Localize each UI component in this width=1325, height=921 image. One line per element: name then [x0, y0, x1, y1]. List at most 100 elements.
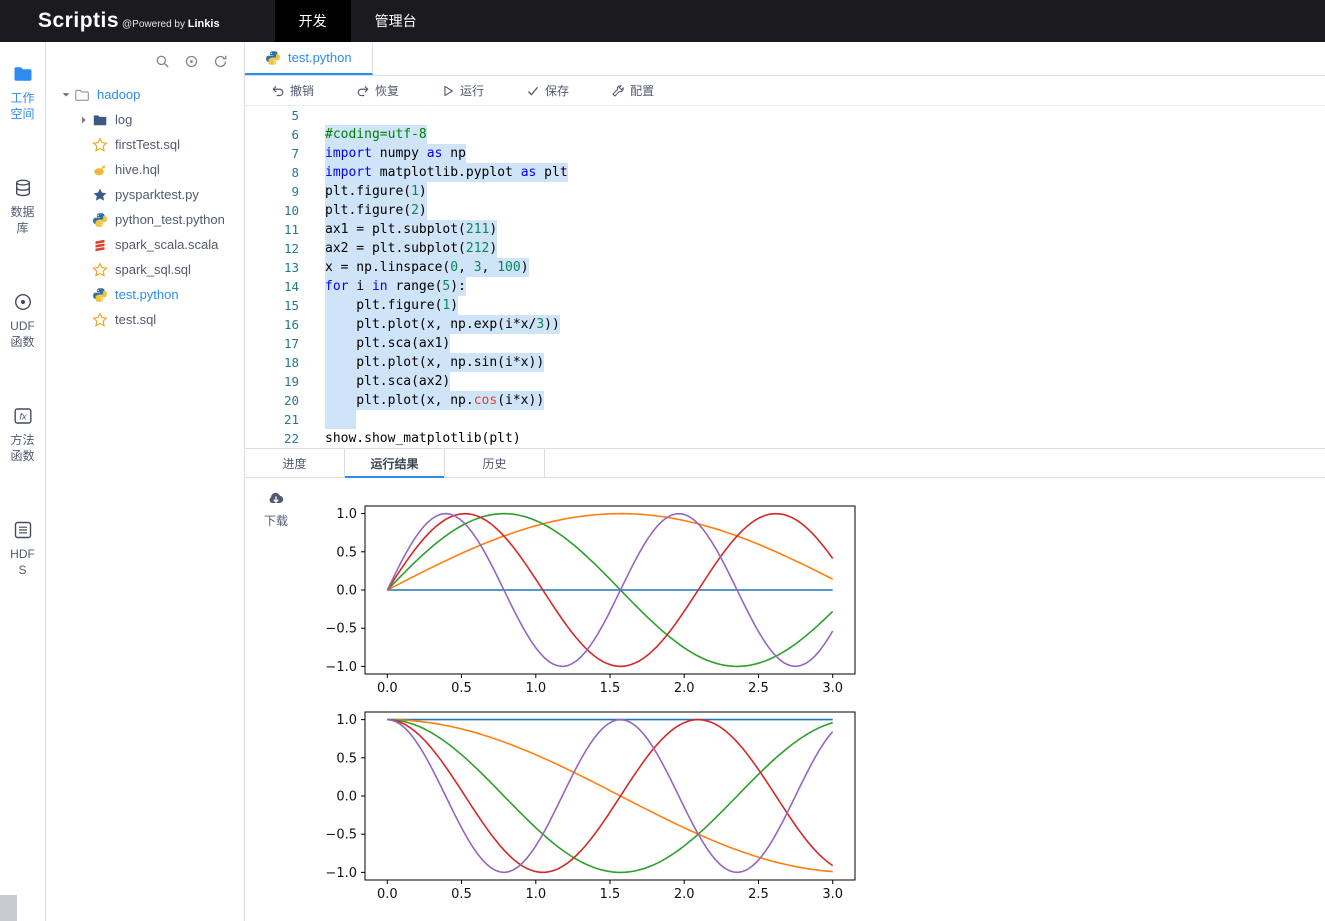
svg-text:3.0: 3.0	[822, 681, 843, 696]
code-line-12[interactable]: 12 ax2 = plt.subplot(212)	[245, 239, 1325, 258]
line-number: 18	[245, 353, 299, 372]
code-line-9[interactable]: 9 plt.figure(1)	[245, 182, 1325, 201]
line-number: 6	[245, 125, 299, 144]
activity-item-database[interactable]: 数据库	[0, 178, 45, 236]
tree-item-label: pysparktest.py	[115, 187, 199, 202]
locate-icon[interactable]	[184, 54, 199, 69]
tree-item-spark_scala.scala[interactable]: spark_scala.scala	[46, 232, 244, 257]
tree-item-hive.hql[interactable]: hive.hql	[46, 157, 244, 182]
result-tab-result[interactable]: 运行结果	[345, 449, 445, 477]
toolbar-redo-button[interactable]: 恢复	[356, 82, 399, 99]
activity-item-hdfs[interactable]: HDFS	[0, 520, 45, 578]
tree-item-label: test.sql	[115, 312, 156, 327]
hdfs-icon	[13, 520, 33, 540]
activity-item-workspace[interactable]: 工作空间	[0, 64, 45, 122]
code-line-20[interactable]: 20 plt.plot(x, np.cos(i*x))	[245, 391, 1325, 410]
tree-item-test.sql[interactable]: test.sql	[46, 307, 244, 332]
svg-text:−0.5: −0.5	[325, 622, 357, 637]
code-line-13[interactable]: 13 x = np.linspace(0, 3, 100)	[245, 258, 1325, 277]
line-number: 15	[245, 296, 299, 315]
code-line-18[interactable]: 18 plt.plot(x, np.sin(i*x))	[245, 353, 1325, 372]
activity-item-label: 方法函数	[7, 432, 39, 464]
code-line-15[interactable]: 15 plt.figure(1)	[245, 296, 1325, 315]
chevron-down-icon[interactable]	[60, 88, 74, 101]
code-line-21[interactable]: 21	[245, 410, 1325, 429]
code-line-17[interactable]: 17 plt.sca(ax1)	[245, 334, 1325, 353]
download-button[interactable]: 下载	[245, 478, 307, 921]
toolbar-config-button[interactable]: 配置	[611, 82, 654, 99]
svg-text:fx: fx	[19, 412, 27, 422]
svg-text:0.0: 0.0	[377, 681, 398, 696]
line-number: 21	[245, 410, 299, 429]
activity-item-methods[interactable]: fx 方法函数	[0, 406, 45, 464]
toolbar-undo-label: 撤销	[290, 82, 314, 99]
line-number: 14	[245, 277, 299, 296]
tree-item-log[interactable]: log	[46, 107, 244, 132]
code-line-text	[325, 410, 356, 429]
scrollbar-corner[interactable]	[0, 895, 17, 921]
svg-text:0.5: 0.5	[451, 681, 472, 696]
file-tab-label: test.python	[288, 50, 352, 65]
tree-item-label: firstTest.sql	[115, 137, 180, 152]
svg-text:1.0: 1.0	[525, 681, 546, 696]
result-tab-progress[interactable]: 进度	[245, 449, 345, 477]
code-line-text: for i in range(5):	[325, 277, 466, 296]
code-line-text: import matplotlib.pyplot as plt	[325, 163, 568, 182]
code-line-19[interactable]: 19 plt.sca(ax2)	[245, 372, 1325, 391]
activity-item-label: UDF函数	[7, 318, 39, 350]
udf-icon	[13, 292, 33, 312]
toolbar-save-label: 保存	[545, 82, 569, 99]
code-line-22[interactable]: 22 show.show_matplotlib(plt)	[245, 429, 1325, 448]
result-tab-history[interactable]: 历史	[445, 449, 545, 477]
svg-text:2.0: 2.0	[674, 681, 695, 696]
code-line-11[interactable]: 11 ax1 = plt.subplot(211)	[245, 220, 1325, 239]
code-line-text: plt.sca(ax1)	[325, 334, 450, 353]
top-nav: 开发 管理台	[275, 0, 441, 42]
activity-item-udf[interactable]: UDF函数	[0, 292, 45, 350]
line-number: 12	[245, 239, 299, 258]
search-icon[interactable]	[155, 54, 170, 69]
code-line-text: import numpy as np	[325, 144, 466, 163]
code-line-8[interactable]: 8 import matplotlib.pyplot as plt	[245, 163, 1325, 182]
svg-text:0.0: 0.0	[377, 887, 398, 902]
refresh-icon[interactable]	[213, 54, 228, 69]
code-line-text: plt.plot(x, np.sin(i*x))	[325, 353, 544, 372]
code-line-10[interactable]: 10 plt.figure(2)	[245, 201, 1325, 220]
top-tab-dev[interactable]: 开发	[275, 0, 351, 42]
activity-item-label: 数据库	[7, 204, 39, 236]
tree-item-pysparktest.py[interactable]: pysparktest.py	[46, 182, 244, 207]
chevron-right-icon[interactable]	[78, 113, 92, 126]
tree-item-label: log	[115, 112, 132, 127]
code-line-14[interactable]: 14 for i in range(5):	[245, 277, 1325, 296]
toolbar-config-label: 配置	[630, 82, 654, 99]
code-line-5[interactable]: 5	[245, 106, 1325, 125]
explorer-panel: hadoop log firstTest.sql hive.hql pyspar…	[46, 42, 245, 921]
toolbar-save-button[interactable]: 保存	[526, 82, 569, 99]
code-line-7[interactable]: 7 import numpy as np	[245, 144, 1325, 163]
tree-item-python_test.python[interactable]: python_test.python	[46, 207, 244, 232]
code-line-16[interactable]: 16 plt.plot(x, np.exp(i*x/3))	[245, 315, 1325, 334]
tree-item-firstTest.sql[interactable]: firstTest.sql	[46, 132, 244, 157]
code-line-6[interactable]: 6 #coding=utf-8	[245, 125, 1325, 144]
svg-text:1.0: 1.0	[336, 507, 357, 522]
run-icon	[441, 84, 455, 98]
result-chart-2: −1.0−0.50.00.51.00.00.51.01.52.02.53.0	[307, 706, 867, 904]
app-title: Scriptis	[38, 9, 119, 33]
database-icon	[13, 178, 33, 198]
code-line-text: ax1 = plt.subplot(211)	[325, 220, 497, 239]
top-tab-console[interactable]: 管理台	[351, 0, 441, 42]
toolbar-undo-button[interactable]: 撤销	[271, 82, 314, 99]
code-editor[interactable]: 5 6 #coding=utf-8 7 import numpy as np 8…	[245, 106, 1325, 448]
tree-item-label: test.python	[115, 287, 179, 302]
toolbar-run-label: 运行	[460, 82, 484, 99]
toolbar-run-button[interactable]: 运行	[441, 82, 484, 99]
activity-bar: 工作空间 数据库 UDF函数 fx 方法函数 HDFS	[0, 42, 46, 921]
tree-item-test.python[interactable]: test.python	[46, 282, 244, 307]
folder-workspace-icon	[13, 64, 33, 84]
line-number: 9	[245, 182, 299, 201]
file-tab-test-python[interactable]: test.python	[245, 42, 373, 75]
tree-item-hadoop[interactable]: hadoop	[46, 82, 244, 107]
tree-item-spark_sql.sql[interactable]: spark_sql.sql	[46, 257, 244, 282]
svg-text:1.0: 1.0	[525, 887, 546, 902]
sql-script-icon	[92, 262, 108, 278]
